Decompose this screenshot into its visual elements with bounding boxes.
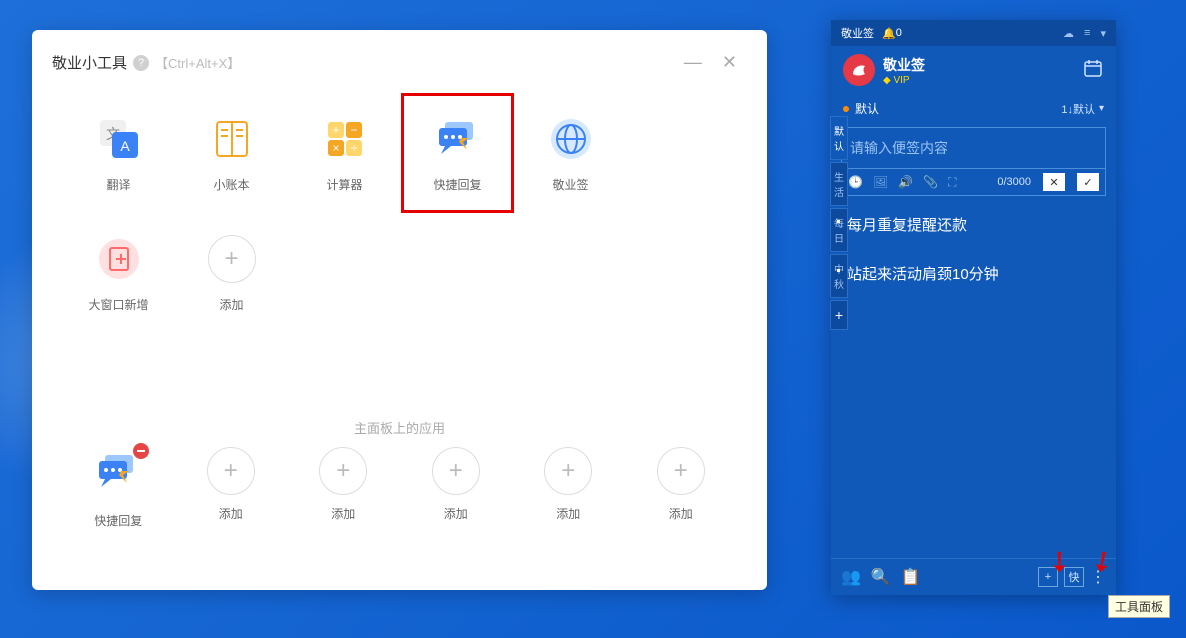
panel-app-add[interactable]: + 添加 <box>512 447 625 529</box>
panel-app-add[interactable]: + 添加 <box>287 447 400 529</box>
panel-app-label: 添加 <box>556 505 580 522</box>
list-header: 默认 1↓默认 ▾ <box>831 94 1116 123</box>
panel-apps-row: 快捷回复 + 添加 + 添加 + 添加 + 添加 + 添加 <box>32 447 767 529</box>
panel-app-add[interactable]: + 添加 <box>175 447 288 529</box>
cloud-icon[interactable]: ☁ <box>1063 27 1074 40</box>
tool-ledger[interactable]: 小账本 <box>175 93 288 213</box>
attach-icon[interactable]: 📎 <box>923 175 938 189</box>
panel-app-add[interactable]: + 添加 <box>625 447 738 529</box>
app-header: 敬业签 ◆ VIP <box>831 46 1116 94</box>
add-icon: + <box>657 447 705 495</box>
note-input-box: 请输入便签内容 🕒 🖼 🔊 📎 ⛶ 0/3000 ✕ ✓ <box>841 127 1106 196</box>
contacts-icon[interactable]: 👥 <box>841 567 861 587</box>
svg-text:+: + <box>332 123 339 137</box>
svg-text:A: A <box>120 138 130 154</box>
app-name: 敬业签 <box>883 55 925 75</box>
tools-grid: 文 A 翻译 小账本 <box>32 83 767 343</box>
bell-count: 0 <box>896 27 902 39</box>
section-title: 主面板上的应用 <box>32 418 767 437</box>
tool-quickreply[interactable]: 快捷回复 <box>401 93 514 213</box>
add-icon: + <box>432 447 480 495</box>
tool-label: 大窗口新增 <box>88 296 148 313</box>
translate-icon: 文 A <box>94 114 144 164</box>
sound-icon[interactable]: 🔊 <box>898 175 913 189</box>
status-dot-icon <box>843 106 849 112</box>
note-item[interactable]: 每月重复提醒还款 <box>831 200 1116 249</box>
tool-jingye[interactable]: 敬业签 <box>514 93 627 213</box>
tab-add[interactable]: + <box>830 300 848 330</box>
panel-app-label: 快捷回复 <box>94 512 142 529</box>
calendar-small-icon[interactable]: 📋 <box>901 567 921 587</box>
tool-label: 小账本 <box>213 176 249 193</box>
note-input[interactable]: 请输入便签内容 <box>842 128 1105 168</box>
window-titlebar: 敬业小工具 ? 【Ctrl+Alt+X】 — ✕ <box>32 30 767 83</box>
panel-app-label: 添加 <box>219 505 243 522</box>
list-name: 默认 <box>855 100 879 117</box>
notes-app: 敬业签 🔔 0 ☁ ≡ ▾ 敬业签 ◆ VIP 默认 生活 每日 中秋 + 默认… <box>831 20 1116 595</box>
app-top-title: 敬业签 <box>841 25 874 41</box>
search-icon[interactable]: 🔍 <box>871 567 891 587</box>
svg-text:÷: ÷ <box>350 141 357 155</box>
add-icon: + <box>207 447 255 495</box>
quickreply-icon <box>93 447 143 502</box>
calendar-icon[interactable] <box>1082 57 1104 84</box>
expand-icon[interactable]: ⛶ <box>948 175 956 190</box>
tools-window: 敬业小工具 ? 【Ctrl+Alt+X】 — ✕ 文 A 翻译 <box>32 30 767 590</box>
tool-calculator[interactable]: + − × ÷ 计算器 <box>288 93 401 213</box>
tool-label: 翻译 <box>106 176 130 193</box>
tooltip: 工具面板 <box>1108 595 1170 618</box>
chevron-down-icon[interactable]: ▾ <box>1099 103 1104 114</box>
svg-text:×: × <box>332 141 339 155</box>
add-icon: + <box>319 447 367 495</box>
dropdown-icon[interactable]: ▾ <box>1100 27 1106 40</box>
ledger-icon <box>207 114 257 164</box>
svg-text:−: − <box>350 123 357 137</box>
tab-default[interactable]: 默认 <box>830 116 848 160</box>
window-title: 敬业小工具 <box>52 52 127 73</box>
tool-label: 敬业签 <box>552 176 588 193</box>
app-topbar: 敬业签 🔔 0 ☁ ≡ ▾ <box>831 20 1116 46</box>
add-icon: + <box>544 447 592 495</box>
remove-badge-icon[interactable] <box>133 443 149 459</box>
panel-app-quickreply[interactable]: 快捷回复 <box>62 447 175 529</box>
confirm-button[interactable]: ✓ <box>1077 173 1099 191</box>
help-icon[interactable]: ? <box>133 55 149 71</box>
sort-dropdown[interactable]: 1↓默认 <box>1061 101 1095 117</box>
tool-label: 快捷回复 <box>433 176 481 193</box>
shortcut-hint: 【Ctrl+Alt+X】 <box>155 53 240 72</box>
panel-app-add[interactable]: + 添加 <box>400 447 513 529</box>
note-item[interactable]: 站起来活动肩颈10分钟 <box>831 249 1116 298</box>
tool-label: 添加 <box>219 296 243 313</box>
tool-label: 计算器 <box>326 176 362 193</box>
app-logo-icon <box>843 54 875 86</box>
calculator-icon: + − × ÷ <box>320 114 370 164</box>
char-counter: 0/3000 <box>997 176 1031 188</box>
tool-bigwindow[interactable]: 大窗口新增 <box>62 213 175 333</box>
clock-icon[interactable]: 🕒 <box>848 175 863 189</box>
panel-app-label: 添加 <box>444 505 468 522</box>
minimize-button[interactable]: — <box>674 52 712 73</box>
close-button[interactable]: ✕ <box>712 52 747 73</box>
panel-app-label: 添加 <box>331 505 355 522</box>
input-toolbar: 🕒 🖼 🔊 📎 ⛶ 0/3000 ✕ ✓ <box>842 168 1105 195</box>
menu-icon[interactable]: ≡ <box>1084 27 1090 40</box>
bell-icon[interactable]: 🔔 <box>882 27 896 40</box>
add-icon: + <box>207 234 257 284</box>
globe-icon <box>546 114 596 164</box>
tool-add[interactable]: + 添加 <box>175 213 288 333</box>
cancel-button[interactable]: ✕ <box>1043 173 1065 191</box>
vip-badge: ◆ VIP <box>883 75 925 86</box>
panel-app-label: 添加 <box>669 505 693 522</box>
tool-translate[interactable]: 文 A 翻译 <box>62 93 175 213</box>
quickreply-icon <box>433 114 483 164</box>
image-icon[interactable]: 🖼 <box>873 175 888 189</box>
newdoc-icon <box>94 234 144 284</box>
